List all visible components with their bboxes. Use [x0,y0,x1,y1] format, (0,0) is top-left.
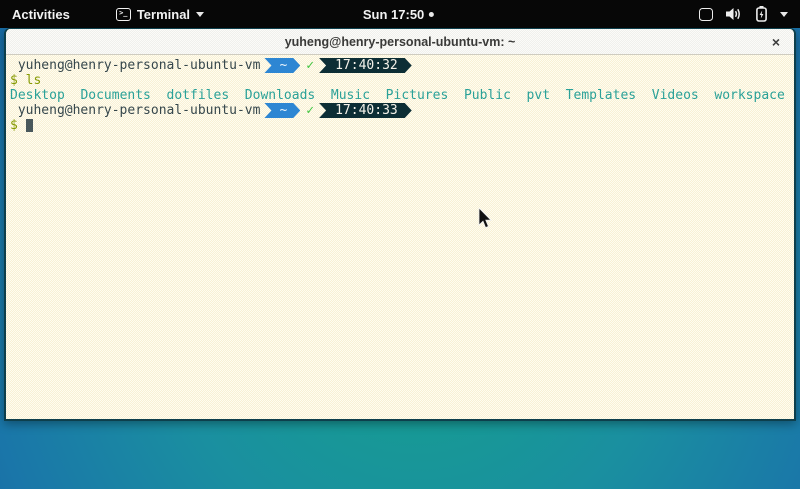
directory-name: Desktop [10,88,65,103]
prompt-user-host: yuheng@henry-personal-ubuntu-vm [10,58,260,73]
ls-output-line: Desktop Documents dotfiles Downloads Mus… [10,88,790,103]
command-text: ls [26,73,42,88]
directory-name: Templates [566,88,636,103]
command-line-ls: $ ls [10,73,790,88]
app-menu-label: Terminal [137,7,190,22]
directory-name: Videos [652,88,699,103]
directory-name: Public [464,88,511,103]
prompt-path-segment: ~ [264,103,300,118]
prompt-path-segment: ~ [264,58,300,73]
prompt-line-2: yuheng@henry-personal-ubuntu-vm ~ ✓ 17:4… [10,103,790,118]
terminal-icon: >_ [116,8,131,21]
terminal-window: yuheng@henry-personal-ubuntu-vm: ~ × yuh… [4,28,796,421]
notification-dot-icon [429,12,434,17]
window-titlebar[interactable]: yuheng@henry-personal-ubuntu-vm: ~ × [6,29,794,55]
window-title: yuheng@henry-personal-ubuntu-vm: ~ [285,35,516,49]
system-status-area[interactable] [687,0,800,28]
terminal-content[interactable]: yuheng@henry-personal-ubuntu-vm ~ ✓ 17:4… [6,55,794,419]
directory-name: Pictures [386,88,449,103]
prompt-symbol: $ [10,118,18,133]
close-icon[interactable]: × [772,29,780,54]
activities-button[interactable]: Activities [0,0,82,28]
app-menu-terminal[interactable]: >_ Terminal [110,0,210,28]
directory-name: Music [331,88,370,103]
prompt-user-host: yuheng@henry-personal-ubuntu-vm [10,103,260,118]
activities-label: Activities [12,7,70,22]
directory-name: workspace [714,88,784,103]
screen-icon [699,8,713,21]
prompt-status-check-icon: ✓ [306,58,314,73]
directory-name: dotfiles [167,88,230,103]
chevron-down-icon [196,12,204,17]
top-bar: Activities >_ Terminal Sun 17:50 [0,0,800,28]
prompt-status-check-icon: ✓ [306,103,314,118]
directory-name: pvt [527,88,550,103]
prompt-line-1: yuheng@henry-personal-ubuntu-vm ~ ✓ 17:4… [10,58,790,73]
terminal-cursor [26,119,33,132]
directory-name: Documents [80,88,150,103]
prompt-symbol: $ [10,73,18,88]
chevron-down-icon [780,12,788,17]
volume-icon [726,7,743,21]
battery-charging-icon [756,6,767,22]
prompt-time-segment: 17:40:32 [319,58,412,73]
command-text [18,73,26,88]
directory-name: Downloads [245,88,315,103]
prompt-time-segment: 17:40:33 [319,103,412,118]
clock-menu[interactable]: Sun 17:50 [363,0,434,28]
clock-label: Sun 17:50 [363,7,424,22]
input-line: $ [10,118,790,133]
